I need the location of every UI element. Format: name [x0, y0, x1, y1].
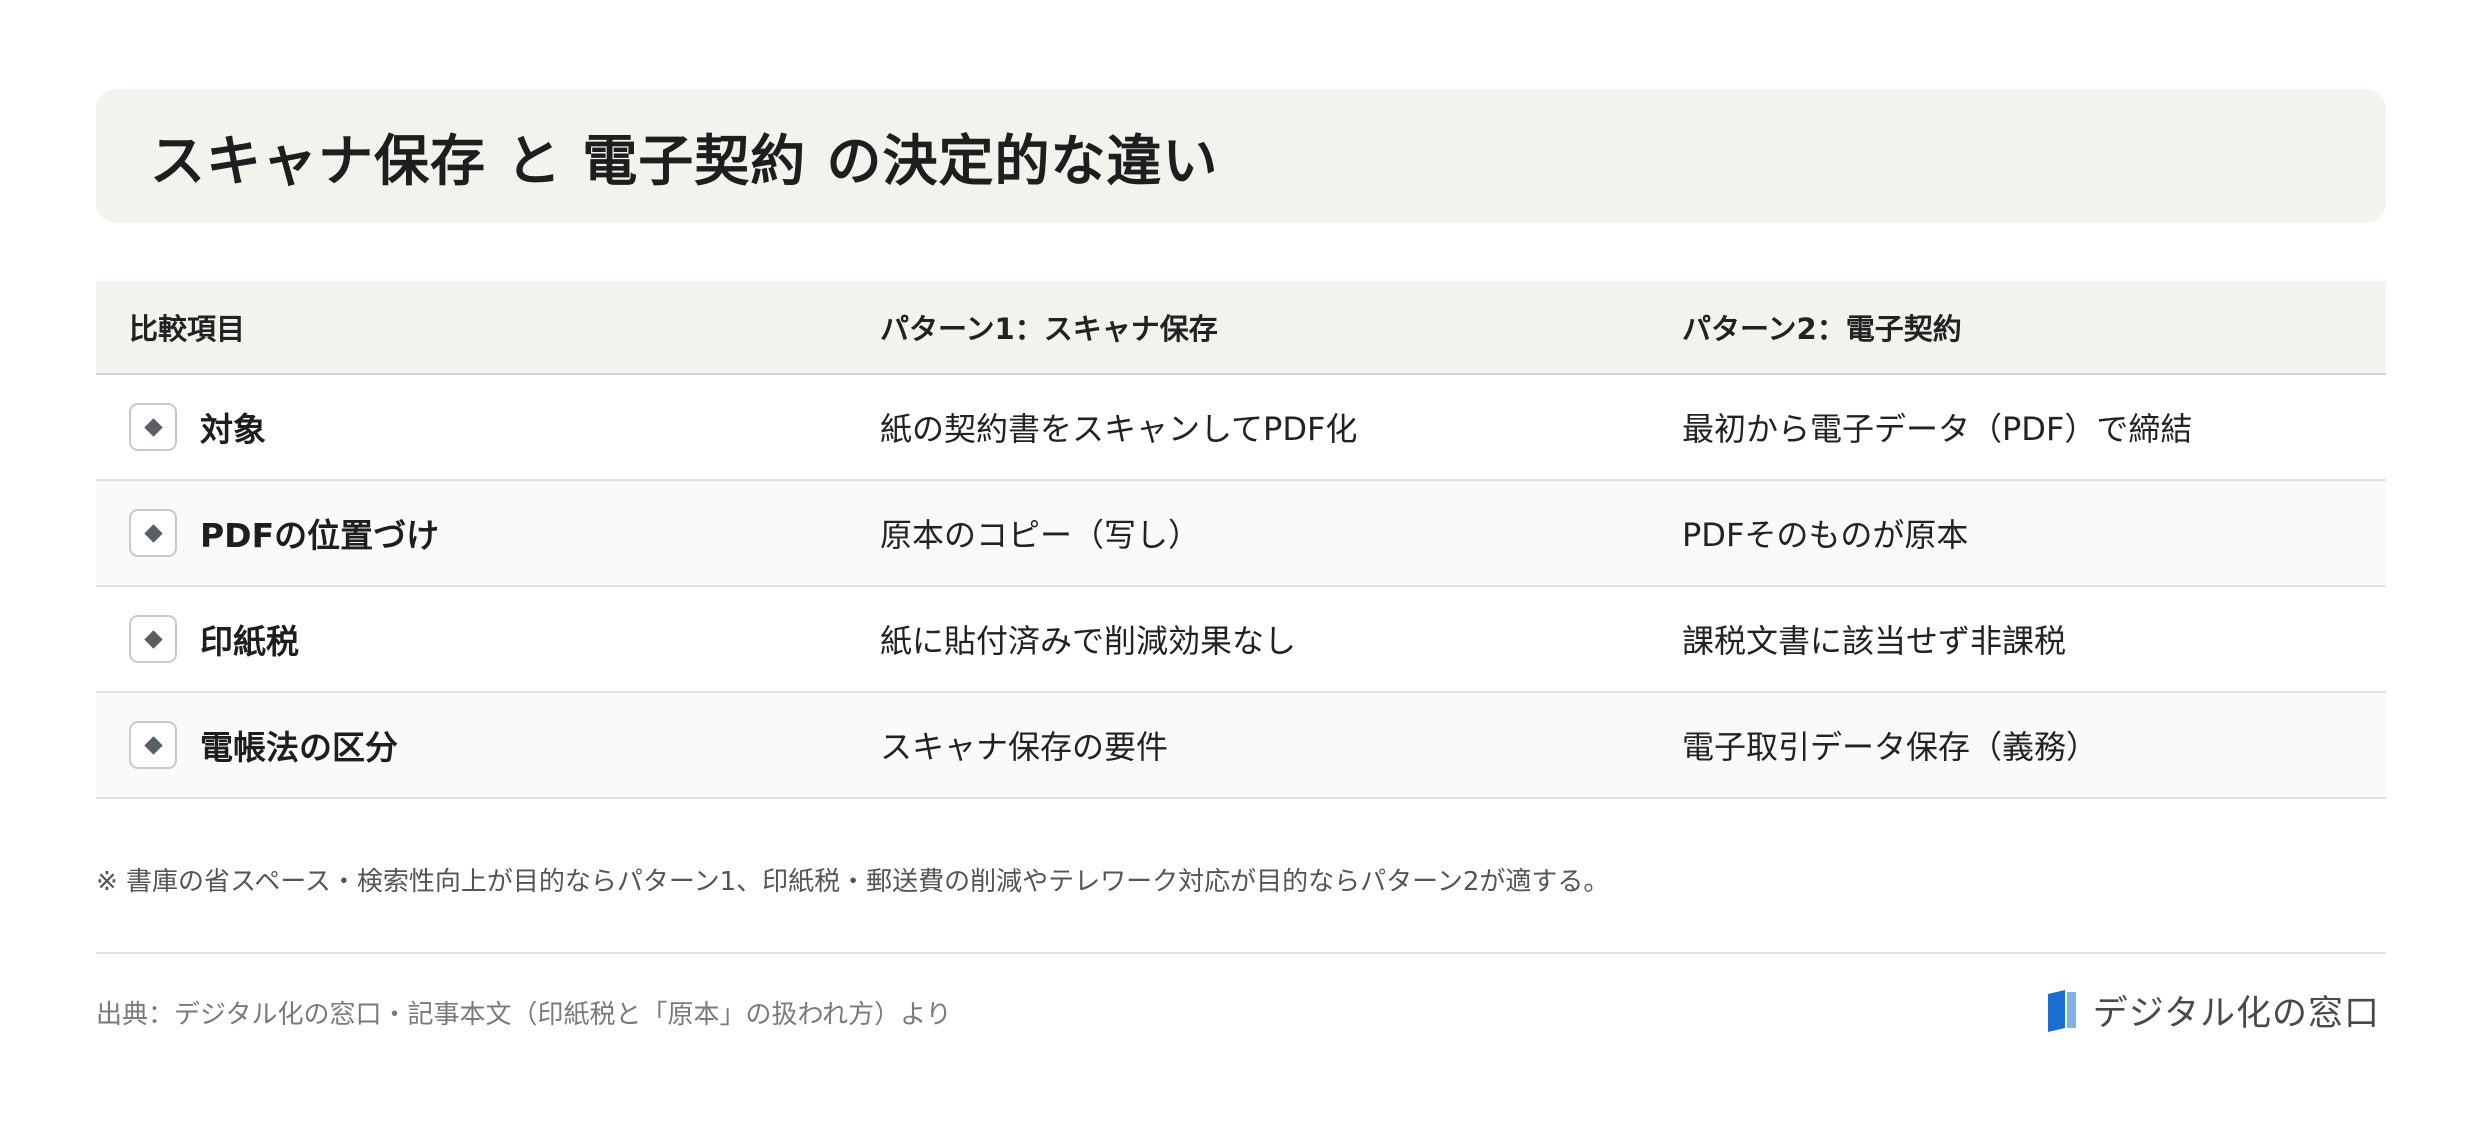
header-item: 比較項目 — [129, 312, 246, 346]
source-citation: 出典：デジタル化の窓口・記事本文（印紙税と「原本」の扱われ方）より — [96, 1000, 952, 1030]
row-pattern1: スキャナ保存の要件 — [880, 728, 1169, 766]
table-header: 比較項目 パターン1：スキャナ保存 パターン2：電子契約 — [96, 281, 2386, 375]
table-row: 印紙税 紙に貼付済みで削減効果なし 課税文書に該当せず非課税 — [96, 587, 2386, 693]
row-pattern2: 課税文書に該当せず非課税 — [1682, 622, 2067, 660]
page: スキャナ保存 と 電子契約 の決定的な違い 比較項目 パターン1：スキャナ保存 … — [0, 0, 2480, 1126]
row-pattern1: 原本のコピー（写し） — [880, 516, 1201, 554]
row-item-label: 印紙税 — [200, 622, 299, 661]
diamond-icon — [129, 509, 177, 557]
row-item-cell: 電帳法の区分 — [96, 721, 880, 769]
header-pattern1: パターン1：スキャナ保存 — [880, 312, 1218, 346]
row-item-label: 電帳法の区分 — [200, 728, 398, 767]
header-pattern2: パターン2：電子契約 — [1682, 312, 1962, 346]
row-pattern2: 最初から電子データ（PDF）で締結 — [1682, 410, 2193, 448]
brand-logo: デジタル化の窓口 — [2045, 985, 2380, 1035]
comparison-table: 比較項目 パターン1：スキャナ保存 パターン2：電子契約 対象 紙の契約書をスキ… — [96, 281, 2386, 799]
diamond-icon — [129, 721, 177, 769]
table-row: 対象 紙の契約書をスキャンしてPDF化 最初から電子データ（PDF）で締結 — [96, 375, 2386, 481]
table-row: PDFの位置づけ 原本のコピー（写し） PDFそのものが原本 — [96, 481, 2386, 587]
table-row: 電帳法の区分 スキャナ保存の要件 電子取引データ保存（義務） — [96, 693, 2386, 799]
row-item-label: 対象 — [200, 410, 266, 449]
row-item-cell: PDFの位置づけ — [96, 509, 880, 557]
title-box: スキャナ保存 と 電子契約 の決定的な違い — [96, 89, 2386, 223]
book-logo-icon — [2047, 990, 2076, 1032]
brand-name: デジタル化の窓口 — [2092, 993, 2380, 1034]
row-pattern2: 電子取引データ保存（義務） — [1682, 728, 2099, 766]
row-pattern2: PDFそのものが原本 — [1682, 516, 1969, 554]
row-pattern1: 紙に貼付済みで削減効果なし — [880, 622, 1297, 660]
diamond-icon — [129, 403, 177, 451]
diamond-icon — [129, 615, 177, 663]
row-pattern1: 紙の契約書をスキャンしてPDF化 — [880, 410, 1358, 448]
row-item-label: PDFの位置づけ — [200, 516, 440, 555]
footnote: ※ 書庫の省スペース・検索性向上が目的ならパターン1、印紙税・郵送費の削減やテレ… — [96, 867, 1610, 897]
divider — [96, 952, 2386, 954]
page-title: スキャナ保存 と 電子契約 の決定的な違い — [150, 129, 1219, 193]
row-item-cell: 対象 — [96, 403, 880, 451]
row-item-cell: 印紙税 — [96, 615, 880, 663]
